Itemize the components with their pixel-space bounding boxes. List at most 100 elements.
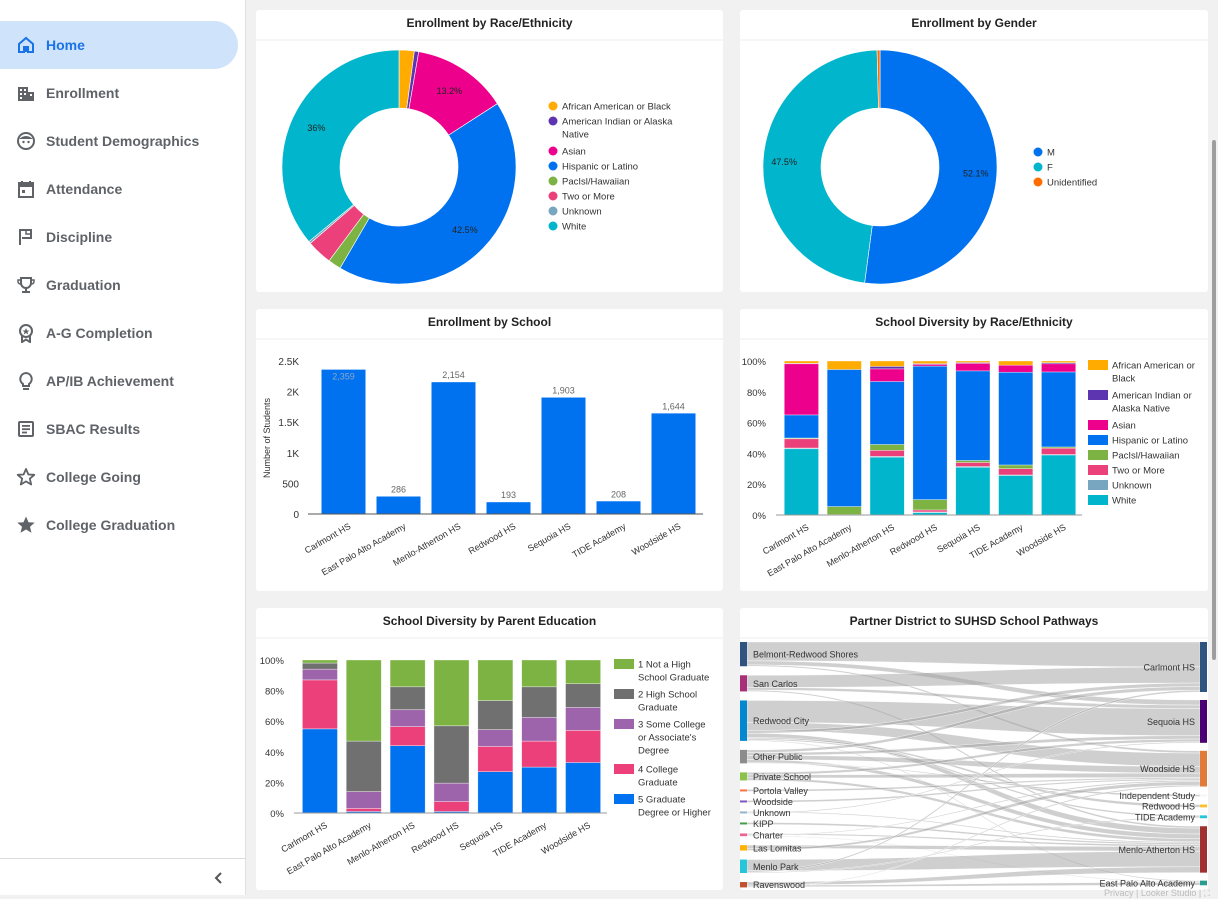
sankey-source-node	[740, 750, 747, 763]
sankey-source-label: Portola Valley	[753, 786, 808, 796]
bar-segment	[999, 465, 1033, 469]
bar-segment	[522, 687, 557, 718]
legend-swatch	[1088, 495, 1108, 505]
bar-segment	[566, 684, 601, 708]
bar-segment	[913, 361, 947, 364]
bar-segment	[956, 371, 990, 461]
legend-label: Native	[562, 130, 589, 141]
sankey-target-node	[1200, 795, 1207, 797]
bar-segment	[478, 772, 513, 813]
sidebar-item-label: Attendance	[46, 181, 122, 197]
bar-data-label: 2,154	[442, 370, 465, 380]
legend-swatch	[614, 689, 634, 699]
sidebar-item-label: AP/IB Achievement	[46, 373, 174, 389]
x-tick-label: East Palo Alto Academy	[285, 820, 373, 877]
y-tick-label: 20%	[265, 778, 285, 789]
sankey-source-node	[740, 833, 747, 836]
bar-segment	[566, 763, 601, 813]
y-tick-label: 60%	[747, 419, 767, 430]
sidebar-item-label: A-G Completion	[46, 325, 153, 341]
sidebar-item-label: College Going	[46, 469, 141, 485]
chevron-left-icon	[210, 869, 228, 887]
sankey-source-label: Other Public	[753, 752, 803, 762]
sidebar: HomeEnrollmentStudent Demographics Attend…	[0, 0, 246, 895]
bar-segment	[1041, 372, 1075, 447]
bar-segment	[913, 510, 947, 512]
bar-segment	[784, 364, 818, 415]
x-tick-label: Redwood HS	[888, 522, 939, 557]
bar-segment	[999, 372, 1033, 465]
sidebar-item-college-going[interactable]: College Going	[0, 453, 238, 501]
y-tick-label: 60%	[265, 717, 285, 728]
legend-label: M	[1047, 148, 1055, 159]
legend-swatch	[614, 719, 634, 729]
gender-donut-chart: 52.1%47.5%MFUnidentified	[740, 10, 1208, 292]
legend-swatch	[614, 659, 634, 669]
sidebar-item-label: Graduation	[46, 277, 121, 293]
page-scrollbar[interactable]	[1212, 140, 1216, 660]
sankey-link	[747, 667, 1200, 687]
sidebar-item-discipline[interactable]: Discipline	[0, 213, 238, 261]
bar-segment	[346, 741, 381, 791]
bar-data-label: 286	[391, 484, 406, 494]
sidebar-item-college-graduation[interactable]: College Graduation	[0, 501, 238, 549]
bar-segment	[784, 361, 818, 363]
legend-swatch	[549, 147, 558, 156]
pathways-card: Partner District to SUHSD School Pathway…	[740, 608, 1208, 890]
sankey-source-label: Menlo Park	[753, 862, 799, 872]
sidebar-item-attendance[interactable]: Attendance	[0, 165, 238, 213]
donut-slice	[282, 50, 399, 242]
bar	[377, 496, 421, 514]
sankey-source-label: San Carlos	[753, 679, 798, 689]
sidebar-item-label: SBAC Results	[46, 421, 140, 437]
sankey-source-node	[740, 700, 747, 740]
sankey-source-node	[740, 845, 747, 850]
legend-label: Degree or Higher	[638, 808, 711, 819]
bar-segment	[913, 366, 947, 500]
sankey-target-node	[1200, 881, 1207, 886]
bar	[597, 501, 641, 514]
legend-swatch	[1088, 390, 1108, 400]
legend-label: White	[1112, 496, 1136, 507]
sankey-source-label: Redwood City	[753, 716, 810, 726]
legend-swatch	[1034, 178, 1043, 187]
bar-segment	[1041, 455, 1075, 515]
y-tick-label: 0%	[752, 511, 766, 522]
legend-label: Unidentified	[1047, 178, 1097, 189]
bar-segment	[1041, 448, 1075, 454]
sankey-target-label: Menlo-Atherton HS	[1118, 845, 1195, 855]
y-tick-label: 2.5K	[278, 357, 299, 368]
sidebar-item-enrollment[interactable]: Enrollment	[0, 69, 238, 117]
x-tick-label: Redwood HS	[410, 820, 461, 855]
sidebar-item-graduation[interactable]: Graduation	[0, 261, 238, 309]
sidebar-item-sbac-results[interactable]: SBAC Results	[0, 405, 238, 453]
sidebar-item-ap-ib-achievement[interactable]: AP/IB Achievement	[0, 357, 238, 405]
legend-label: African American or Black	[562, 102, 671, 113]
sidebar-item-a-g-completion[interactable]: A-G Completion	[0, 309, 238, 357]
sankey-source-label: Private School	[753, 772, 811, 782]
sidebar-item-student-demographics[interactable]: Student Demographics	[0, 117, 238, 165]
collapse-sidebar-button[interactable]	[210, 869, 228, 887]
footer-links[interactable]: Privacy | Looker Studio | ⛶	[1104, 888, 1210, 899]
parent-ed-card: School Diversity by Parent Education 0%2…	[256, 608, 723, 890]
bar	[542, 398, 586, 514]
legend-label: African American or	[1112, 361, 1195, 372]
slice-data-label: 47.5%	[771, 157, 797, 167]
bar-segment	[827, 507, 861, 515]
sankey-source-node	[740, 789, 747, 791]
sidebar-footer	[0, 858, 246, 895]
race-donut-chart: 13.2%42.5%36%African American or BlackAm…	[256, 10, 723, 292]
legend-label: PacIsl/Hawaiian	[1112, 451, 1180, 462]
x-tick-label: Woodside HS	[630, 521, 683, 557]
flag-icon	[16, 227, 36, 247]
legend-label: Asian	[1112, 421, 1136, 432]
sidebar-item-home[interactable]: Home	[0, 21, 238, 69]
bar-segment	[522, 767, 557, 813]
bar-segment	[302, 680, 337, 729]
legend-label: Unknown	[1112, 481, 1152, 492]
legend-label: Black	[1112, 374, 1135, 385]
bar-segment	[913, 500, 947, 510]
legend-label: White	[562, 222, 586, 233]
sankey-source-node	[740, 860, 747, 873]
legend-label: 4 College	[638, 765, 678, 776]
